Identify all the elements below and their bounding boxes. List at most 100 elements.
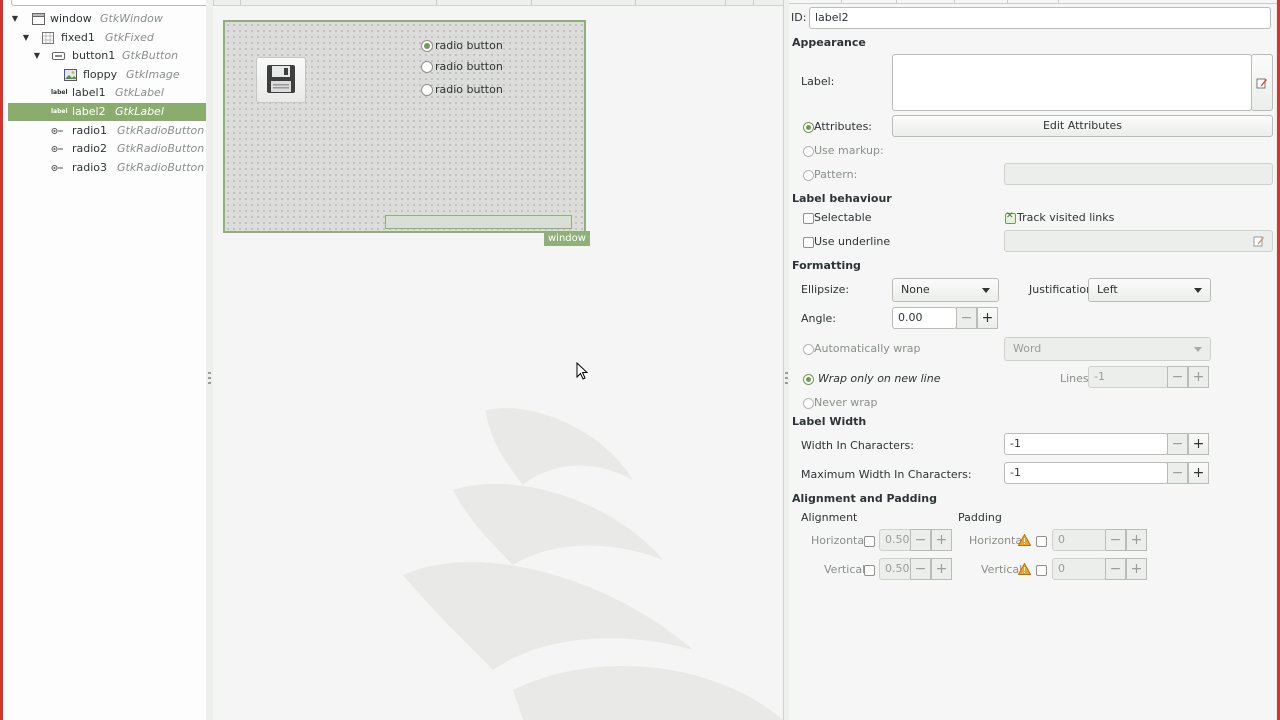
yalign-increment-button[interactable]: + [931,558,952,580]
justification-label: Justification: [1029,283,1097,296]
toolbar-button[interactable] [436,0,532,5]
tree-item-name: button1 [72,49,116,62]
splitter-grip [208,377,211,379]
tree-row-radio2[interactable]: radio2 GtkRadioButton [8,140,208,158]
label-text-field[interactable] [892,54,1252,111]
xpad-decrement-button[interactable]: − [1105,529,1126,551]
selectable-label: Selectable [814,211,872,224]
radio-indicator[interactable] [421,84,433,96]
tab-signals[interactable] [1007,0,1059,3]
width-chars-field[interactable]: -1 [1004,433,1168,455]
automatically-wrap-radio[interactable] [803,344,814,355]
design-canvas[interactable]: radio button radio button radio button w… [213,0,783,720]
xalign-increment-button[interactable]: + [931,529,952,551]
xpad-label: Horizontal [969,534,1026,547]
pattern-radio[interactable] [803,170,814,181]
never-wrap-radio[interactable] [803,398,814,409]
width-chars-decrement-button[interactable]: − [1167,433,1188,455]
tree-row-window[interactable]: ▼ window GtkWindow [8,10,208,28]
expander-open-icon[interactable]: ▼ [32,47,42,65]
xpad-increment-button[interactable]: + [1126,529,1147,551]
tree-row-label1[interactable]: label label1 GtkLabel [8,84,208,102]
tree-item-class: GtkWindow [100,12,163,25]
tab-general[interactable] [841,0,897,3]
section-formatting: Formatting [792,259,861,272]
lines-field[interactable]: -1 [1088,366,1168,388]
tree-row-button1[interactable]: ▼ button1 GtkButton [8,47,208,65]
toolbar-button[interactable] [725,0,754,5]
lines-increment-button[interactable]: + [1188,366,1209,388]
xalign-checkbox[interactable] [864,536,875,547]
yalign-field[interactable]: 0.50 [879,558,911,580]
tab-common[interactable] [954,0,1008,3]
ypad-checkbox[interactable] [1036,565,1047,576]
tree-item-name: window [50,12,92,25]
ypad-increment-button[interactable]: + [1126,558,1147,580]
section-alignment-padding: Alignment and Padding [792,492,937,505]
id-field[interactable]: label2 [809,7,1271,29]
attributes-radio[interactable] [803,122,814,133]
use-underline-checkbox[interactable] [803,237,814,248]
tree-row-radio3[interactable]: radio3 GtkRadioButton [8,159,208,177]
tree-search-input[interactable]: ⌄ [11,0,209,6]
angle-field[interactable]: 0.00 [892,307,957,329]
attributes-label: Attributes: [814,120,873,133]
window-preview[interactable]: radio button radio button radio button [223,20,586,233]
wrap-mode-dropdown[interactable]: Word [1004,337,1211,361]
radio-label: radio button [435,83,503,96]
tab-packing[interactable] [896,0,955,3]
window-icon [32,13,45,25]
edit-icon[interactable] [1253,235,1265,247]
mnemonic-widget-field[interactable] [1004,230,1273,252]
tree-item-class: GtkImage [126,68,180,81]
selectable-checkbox[interactable] [803,213,814,224]
chevron-down-icon [1194,347,1202,352]
edit-attributes-button[interactable]: Edit Attributes [892,115,1273,137]
justification-dropdown[interactable]: Left [1088,278,1211,302]
toolbar-button[interactable] [753,0,783,5]
angle-increment-button[interactable]: + [977,307,998,329]
max-width-chars-increment-button[interactable]: + [1188,462,1209,484]
ypad-field[interactable]: 0 [1052,558,1106,580]
tree-row-radio1[interactable]: radio1 GtkRadioButton [8,122,208,140]
tree-item-class: GtkRadioButton [117,124,205,137]
pattern-field[interactable] [1004,163,1273,185]
use-markup-radio[interactable] [803,146,814,157]
toolbar-button[interactable] [213,0,241,5]
xalign-decrement-button[interactable]: − [910,529,931,551]
xalign-field[interactable]: 0.50 [879,529,911,551]
xpad-checkbox[interactable] [1036,536,1047,547]
edit-label-text-button[interactable] [1251,54,1273,111]
tree-row-label2[interactable]: label label2 GtkLabel [8,103,208,121]
ypad-decrement-button[interactable]: − [1105,558,1126,580]
floppy-disk-icon [267,65,295,93]
xpad-field[interactable]: 0 [1052,529,1106,551]
button1-preview[interactable] [256,57,306,103]
toolbar-button[interactable] [635,0,726,5]
max-width-chars-decrement-button[interactable]: − [1167,462,1188,484]
lines-decrement-button[interactable]: − [1167,366,1188,388]
angle-decrement-button[interactable]: − [956,307,977,329]
properties-tabs [789,0,1277,4]
expander-open-icon[interactable]: ▼ [10,10,20,28]
mouse-pointer-icon [576,362,589,380]
wrap-only-new-line-radio[interactable] [803,374,814,385]
max-width-chars-field[interactable]: -1 [1004,462,1168,484]
yalign-decrement-button[interactable]: − [910,558,931,580]
track-visited-links-checkbox[interactable] [1005,211,1016,224]
ellipsize-dropdown[interactable]: None [892,278,999,302]
ypad-label: Vertical [981,563,1023,576]
yalign-checkbox[interactable] [864,565,875,576]
tree-row-fixed1[interactable]: ▼ fixed1 GtkFixed [8,29,208,47]
width-chars-increment-button[interactable]: + [1188,433,1209,455]
radio-indicator-checked[interactable] [421,40,433,52]
tree-row-floppy[interactable]: floppy GtkImage [8,66,208,84]
pane-splitter-left[interactable] [206,0,213,720]
radio-button-icon [51,128,63,134]
radio-indicator[interactable] [421,61,433,73]
expander-open-icon[interactable]: ▼ [21,29,31,47]
toolbar-button[interactable] [531,0,636,5]
tree-item-class: GtkButton [122,49,179,62]
label2-selected-preview[interactable] [385,215,572,229]
chevron-down-icon [1194,288,1202,293]
